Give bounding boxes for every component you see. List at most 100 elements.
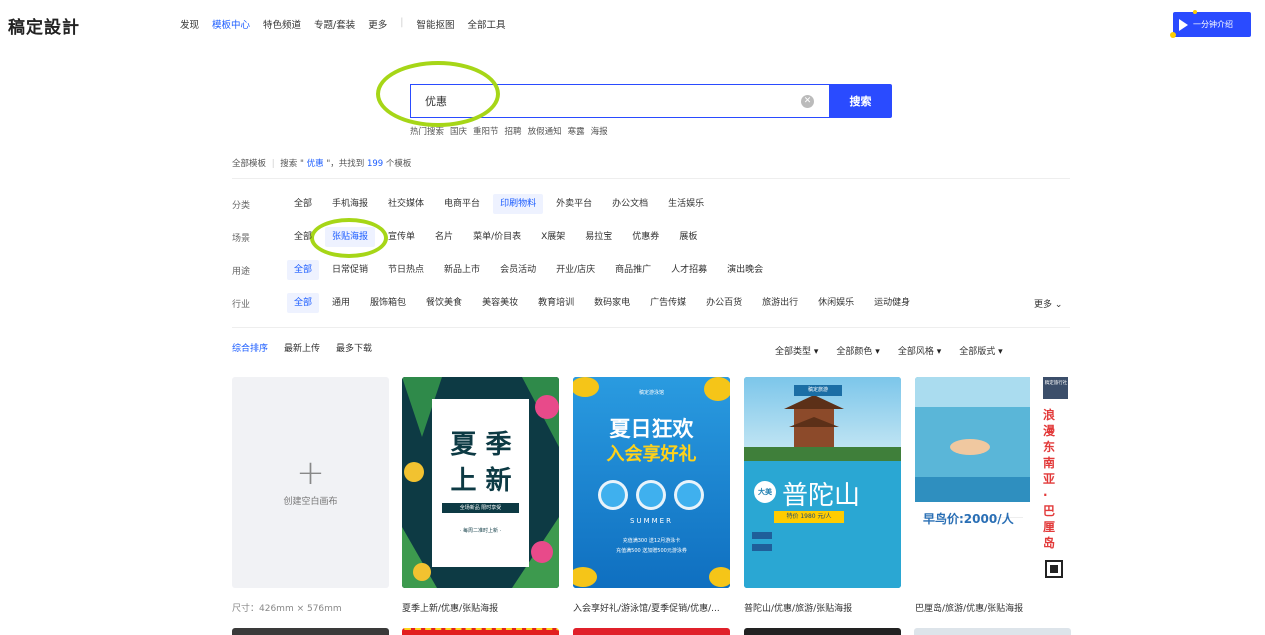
filter-option[interactable]: 广告传媒 [643,293,693,313]
template-card-peek[interactable] [402,628,559,635]
hot-term[interactable]: 放假通知 [528,125,562,137]
filter-option[interactable]: 生活娱乐 [661,194,711,214]
filter-option[interactable]: 全部 [287,293,320,313]
logo[interactable]: 稿定設計 [8,13,80,38]
hot-term[interactable]: 海报 [591,125,608,137]
filter-option[interactable]: 节日热点 [381,260,431,280]
summary-keyword: 优惠 [303,159,327,169]
highlight-circle [376,61,500,127]
template-card[interactable]: 夏 季 上 新 全场新品 限时享受 · 每周二准时上新 · [402,377,559,588]
poster-title: 夏 季 上 新 [446,427,516,499]
nav-item-templates[interactable]: 模板中心 [212,17,250,31]
template-card[interactable]: 稿定旅游 大美 普陀山 特价 1980 元/人 [744,377,901,588]
poster-price: 早鸟价:2000/人 [923,512,1014,526]
hot-term[interactable]: 重阳节 [473,125,499,137]
filter-option[interactable]: 宣传单 [381,227,422,247]
filter-row-industry: 行业 全部 通用 服饰箱包 餐饮美食 美容美妆 教育培训 数码家电 广告传媒 办… [232,293,923,313]
nav-item-featured[interactable]: 特色频道 [263,17,301,31]
filter-option[interactable]: 演出晚会 [720,260,770,280]
summary-prefix[interactable]: 全部模板 [232,159,266,169]
filter-option[interactable]: 印刷物料 [493,194,544,214]
clear-icon[interactable]: ✕ [801,95,814,108]
top-bar: 稿定設計 发现 模板中心 特色频道 专题/套装 更多 | 智能抠图 全部工具 一… [0,0,1265,48]
main-nav: 发现 模板中心 特色频道 专题/套装 更多 | 智能抠图 全部工具 [180,17,519,31]
poster-title-char: 夏 [450,430,477,460]
poster-title: 普陀山 [782,481,861,511]
hot-term[interactable]: 寒露 [568,125,585,137]
nav-item-cutout[interactable]: 智能抠图 [416,17,454,31]
filter-option[interactable]: 张贴海报 [325,227,376,247]
filter-option[interactable]: 优惠券 [625,227,666,247]
hot-term[interactable]: 招聘 [505,125,522,137]
template-card-peek[interactable] [914,628,1071,635]
template-card-peek[interactable] [232,628,389,635]
filter-option[interactable]: 餐饮美食 [419,293,469,313]
intro-video-button[interactable]: 一分钟介绍 [1170,10,1251,38]
search-summary: 全部模板 | 搜索 " 优惠 "，共找到 199 个模板 [232,157,411,169]
filter-option[interactable]: 展板 [672,227,704,247]
poster-subtitle: 入会享好礼 [606,444,697,465]
template-card-peek[interactable] [744,628,901,635]
color-dropdown[interactable]: 全部颜色 [836,344,879,357]
nav-item-topics[interactable]: 专题/套装 [314,17,355,31]
sort-option[interactable]: 最多下载 [336,341,372,354]
poster-line: 充值满500 送加赠500元游泳券 [616,548,687,554]
intro-video-label: 一分钟介绍 [1193,20,1233,29]
sort-option[interactable]: 综合排序 [232,341,268,354]
filter-option[interactable]: 人才招募 [664,260,714,280]
filter-option[interactable]: 名片 [428,227,460,247]
filter-option[interactable]: 手机海报 [325,194,375,214]
template-card[interactable]: 稿定游泳馆 夏日狂欢 入会享好礼 SUMMER 充值满300 送12月游泳卡 充… [573,377,730,588]
card-caption: 巴厘岛/旅游/优惠/张贴海报 [915,604,1024,614]
filter-option[interactable]: 新品上市 [437,260,487,280]
search-button[interactable]: 搜索 [829,84,892,118]
hot-term[interactable]: 国庆 [450,125,467,137]
filter-row-category: 分类 全部 手机海报 社交媒体 电商平台 印刷物料 外卖平台 办公文档 生活娱乐 [232,194,717,214]
filter-option[interactable]: 全部 [287,260,320,280]
filter-option[interactable]: 外卖平台 [549,194,599,214]
poster-line: 充值满300 送12月游泳卡 [622,538,681,544]
card-caption: 入会享好礼/游泳馆/夏季促销/优惠/... [573,604,720,614]
filter-option[interactable]: 会员活动 [493,260,543,280]
poster-title: 夏日狂欢 [609,417,694,441]
filter-option[interactable]: 易拉宝 [578,227,619,247]
filter-option[interactable]: 电商平台 [437,194,487,214]
filter-option[interactable]: 社交媒体 [381,194,431,214]
filter-option[interactable]: 服饰箱包 [363,293,413,313]
filter-option[interactable]: X展架 [534,227,572,247]
nav-item-discover[interactable]: 发现 [180,17,199,31]
filter-option[interactable]: 美容美妆 [475,293,525,313]
filter-option[interactable]: 数码家电 [587,293,637,313]
layout-dropdown[interactable]: 全部版式 [959,344,1002,357]
create-blank-card[interactable]: + 创建空白画布 [232,377,389,588]
filter-option[interactable]: 教育培训 [531,293,581,313]
filter-option[interactable]: 休闲娱乐 [811,293,861,313]
nav-item-more[interactable]: 更多 [368,17,387,31]
template-card[interactable]: 稿定旅行社 浪漫东南亚·巴厘岛 早鸟价:2000/人 [915,377,1072,588]
sort-option[interactable]: 最新上传 [284,341,320,354]
filter-option[interactable]: 全部 [287,227,319,247]
filter-option[interactable]: 菜单/价目表 [466,227,528,247]
filter-label: 分类 [232,200,251,211]
filter-option[interactable]: 商品推广 [608,260,658,280]
filter-option[interactable]: 运动健身 [867,293,917,313]
poster-footer: · 每周二准时上新 · [459,528,502,534]
poster-title-char: 季 [485,430,512,460]
filter-option[interactable]: 日常促销 [325,260,375,280]
nav-item-all-tools[interactable]: 全部工具 [467,17,505,31]
decor-dot [1193,10,1197,14]
filter-option[interactable]: 办公百货 [699,293,749,313]
filter-option[interactable]: 办公文档 [605,194,655,214]
summary-count: 199 [364,159,386,169]
filter-option[interactable]: 旅游出行 [755,293,805,313]
filter-option[interactable]: 通用 [325,293,357,313]
type-dropdown[interactable]: 全部类型 [775,344,818,357]
filter-option[interactable]: 全部 [287,194,319,214]
filter-option[interactable]: 开业/店庆 [549,260,602,280]
more-filters-button[interactable]: 更多 ⌄ [1034,297,1062,310]
poster-badge: 大美 [754,481,776,503]
template-card-peek[interactable] [573,628,730,635]
style-dropdown[interactable]: 全部风格 [898,344,941,357]
card-caption: 尺寸：426mm × 576mm [232,604,342,614]
summary-sep: | [271,159,275,169]
